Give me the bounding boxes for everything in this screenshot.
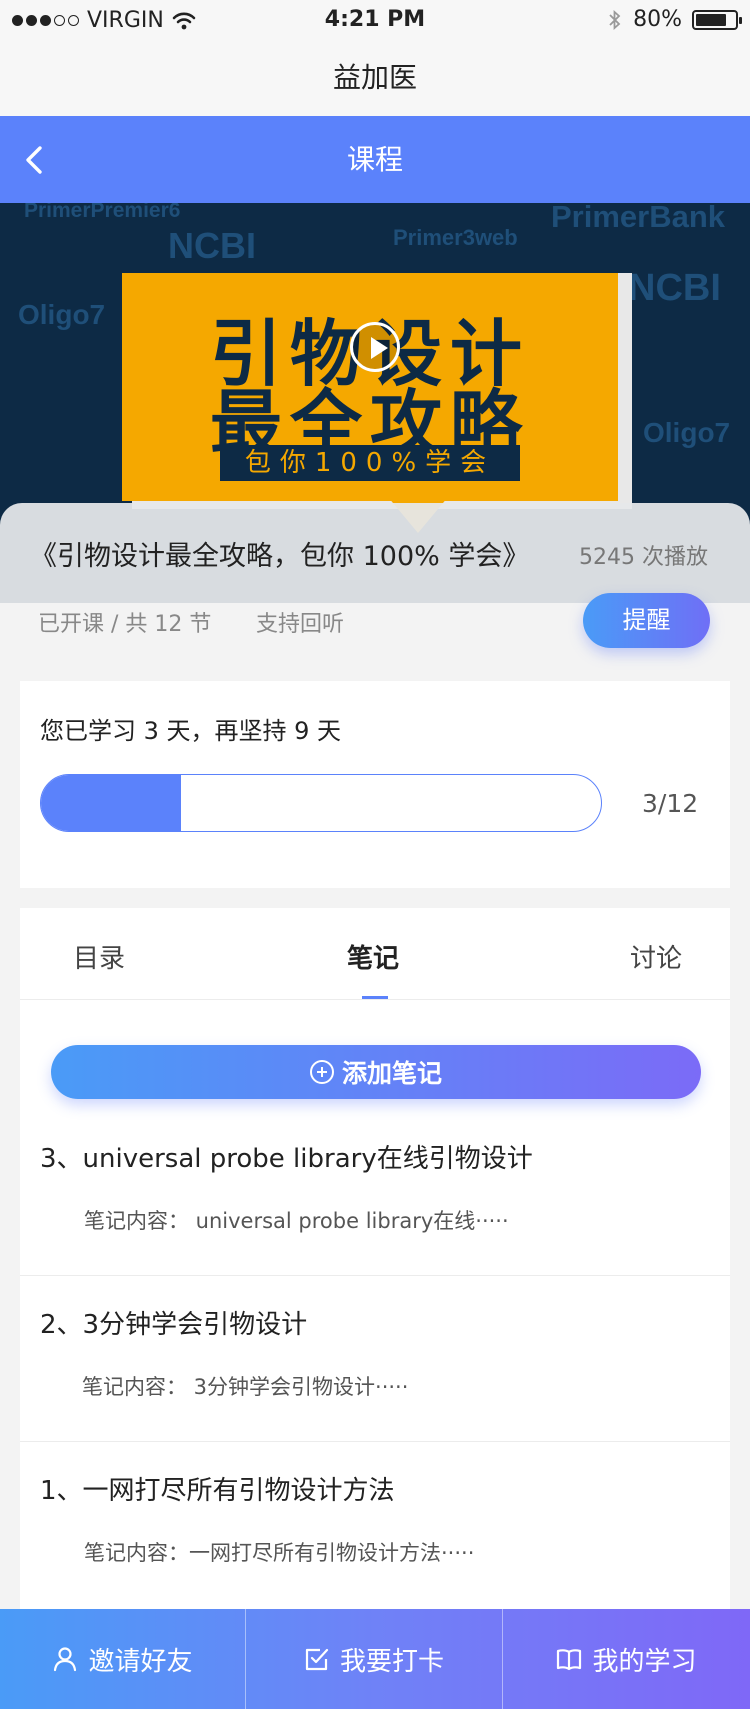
add-note-button[interactable]: 添加笔记 — [51, 1045, 701, 1099]
progress-bar — [40, 774, 602, 832]
list-item[interactable]: 2、3分钟学会引物设计 笔记内容： 3分钟学会引物设计····· — [20, 1276, 730, 1442]
progress-count: 3/12 — [642, 789, 699, 818]
course-meta: 已开课 / 共 12 节 支持回听 提醒 — [0, 593, 750, 683]
poster-subtitle: 包你100%学会 — [220, 445, 520, 481]
list-item[interactable]: 1、一网打尽所有引物设计方法 笔记内容：一网打尽所有引物设计方法····· — [20, 1442, 730, 1608]
watermark-text: PrimerBank — [551, 203, 726, 234]
course-title: 《引物设计最全攻略，包你 100% 学会》 — [30, 541, 530, 572]
nav-bar: 课程 — [0, 116, 750, 203]
invite-friends-label: 邀请好友 — [88, 1646, 193, 1677]
play-circle-icon[interactable] — [350, 322, 400, 372]
remind-button[interactable]: 提醒 — [583, 593, 710, 648]
progress-fill — [41, 775, 181, 831]
note-content: 笔记内容：一网打尽所有引物设计方法····· — [84, 1541, 475, 1565]
play-count: 5245 次播放 — [579, 545, 708, 570]
notes-panel: 添加笔记 3、universal probe library在线引物设计 笔记内… — [20, 1000, 730, 1610]
user-icon — [54, 1647, 77, 1672]
note-content: 笔记内容： universal probe library在线····· — [84, 1209, 509, 1233]
tab-catalog[interactable]: 目录 — [73, 938, 125, 975]
watermark-text: Oligo7 — [643, 417, 731, 448]
my-learning-label: 我的学习 — [592, 1646, 697, 1677]
app-name: 益加医 — [0, 40, 750, 116]
checkbox-icon — [305, 1648, 329, 1671]
note-content: 笔记内容： 3分钟学会引物设计····· — [82, 1375, 409, 1399]
lesson-status: 已开课 / 共 12 节 — [38, 612, 212, 637]
note-title: 2、3分钟学会引物设计 — [40, 1310, 308, 1340]
tab-notes[interactable]: 笔记 — [347, 938, 399, 975]
status-right: 80% — [607, 7, 742, 32]
active-tab-indicator — [362, 996, 388, 999]
progress-text: 您已学习 3 天，再坚持 9 天 — [40, 717, 342, 745]
watermark-text: Oligo7 — [18, 299, 106, 330]
poster: 引物设计 最全攻略 包你100%学会 — [122, 273, 618, 501]
bluetooth-icon — [609, 9, 621, 30]
battery-percent: 80% — [633, 7, 682, 32]
list-item[interactable]: 3、universal probe library在线引物设计 笔记内容： un… — [20, 1110, 730, 1276]
plus-circle-icon — [309, 1060, 334, 1084]
add-note-label: 添加笔记 — [341, 1059, 442, 1088]
book-icon — [557, 1649, 582, 1671]
watermark-text: Primer3web — [393, 225, 518, 250]
check-in-label: 我要打卡 — [339, 1646, 444, 1677]
check-in-button[interactable]: 我要打卡 — [246, 1609, 503, 1709]
my-learning-button[interactable]: 我的学习 — [503, 1609, 750, 1709]
replay-support: 支持回听 — [256, 612, 345, 637]
progress-card: 您已学习 3 天，再坚持 9 天 3/12 — [20, 681, 730, 888]
watermark-text: NCBI — [628, 267, 721, 309]
course-title-bar: 《引物设计最全攻略，包你 100% 学会》 5245 次播放 — [0, 503, 750, 603]
battery-icon — [692, 9, 742, 30]
tab-discussion[interactable]: 讨论 — [630, 938, 682, 975]
note-title: 1、一网打尽所有引物设计方法 — [40, 1476, 395, 1506]
status-bar: VIRGIN 4:21 PM 80% — [0, 0, 750, 40]
bottom-bar: 邀请好友 我要打卡 我的学习 — [0, 1609, 750, 1709]
invite-friends-button[interactable]: 邀请好友 — [0, 1609, 246, 1709]
watermark-text: NCBI — [168, 225, 256, 266]
note-title: 3、universal probe library在线引物设计 — [40, 1144, 533, 1174]
page-title: 课程 — [346, 143, 403, 176]
watermark-text: PrimerPremier6 — [24, 203, 181, 222]
tab-bar: 目录 笔记 讨论 — [20, 908, 730, 1000]
